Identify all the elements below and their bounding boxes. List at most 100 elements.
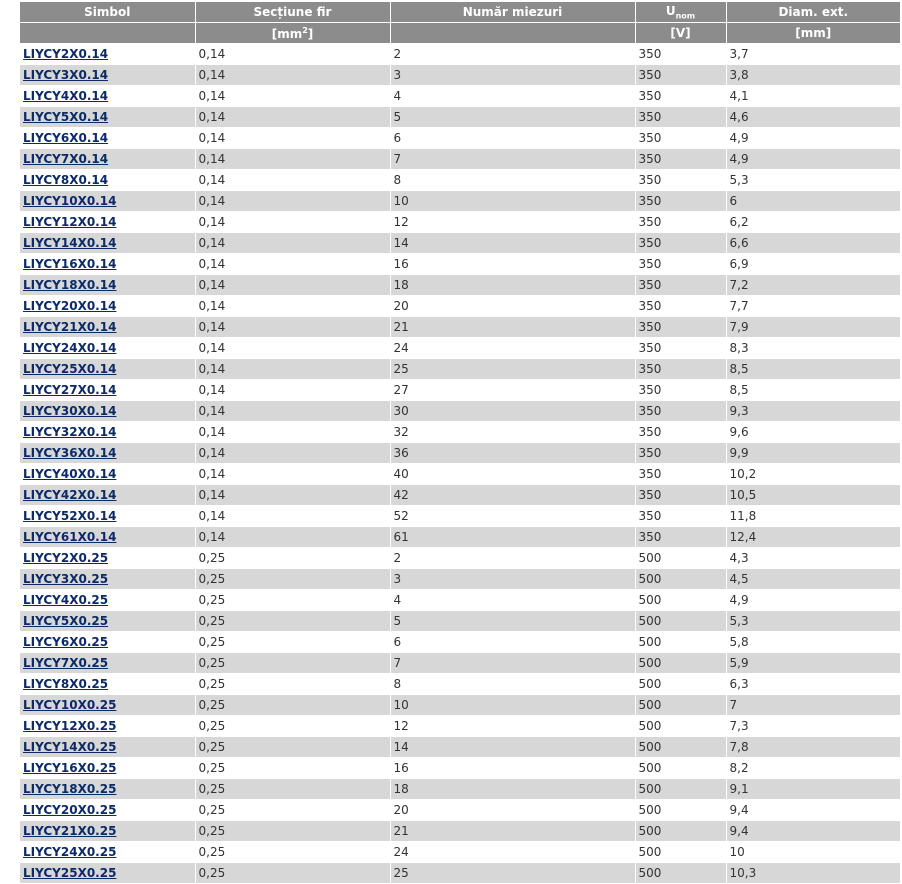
cell-simbol: LIYCY40X0.14 [20, 463, 195, 485]
cell-simbol: LIYCY18X0.14 [20, 274, 195, 296]
cell-diam: 10,3 [725, 862, 900, 884]
product-link[interactable]: LIYCY32X0.14 [23, 425, 116, 439]
header-sectiune: Secțiune fir [194, 2, 390, 23]
cell-sectiune: 0,14 [194, 169, 390, 191]
product-link[interactable]: LIYCY5X0.25 [23, 614, 108, 628]
product-link[interactable]: LIYCY20X0.14 [23, 299, 116, 313]
product-link[interactable]: LIYCY10X0.25 [23, 698, 116, 712]
cell-simbol: LIYCY32X0.14 [20, 421, 195, 443]
product-link[interactable]: LIYCY7X0.25 [23, 656, 108, 670]
product-link[interactable]: LIYCY25X0.14 [23, 362, 116, 376]
cell-unom: 500 [634, 589, 726, 611]
cell-miezuri: 20 [389, 799, 635, 821]
product-link[interactable]: LIYCY24X0.25 [23, 845, 116, 859]
table-row: LIYCY36X0.14 0,14 36 350 9,9 [20, 442, 900, 464]
table-row: LIYCY18X0.14 0,14 18 350 7,2 [20, 274, 900, 296]
product-link[interactable]: LIYCY3X0.25 [23, 572, 108, 586]
cell-simbol: LIYCY4X0.14 [20, 85, 195, 107]
product-link[interactable]: LIYCY30X0.14 [23, 404, 116, 418]
product-link[interactable]: LIYCY6X0.25 [23, 635, 108, 649]
cell-miezuri: 3 [389, 64, 635, 86]
product-link[interactable]: LIYCY4X0.14 [23, 89, 108, 103]
table-row: LIYCY27X0.14 0,14 27 350 8,5 [20, 379, 900, 401]
cell-simbol: LIYCY61X0.14 [20, 526, 195, 548]
product-link[interactable]: LIYCY36X0.14 [23, 446, 116, 460]
table-row: LIYCY20X0.25 0,25 20 500 9,4 [20, 799, 900, 821]
product-link[interactable]: LIYCY20X0.25 [23, 803, 116, 817]
cell-unom: 350 [634, 64, 726, 86]
table-body: LIYCY2X0.14 0,14 2 350 3,7 LIYCY3X0.14 0,14 3 35… [20, 43, 900, 884]
unit-sectiune-pre: [mm [271, 26, 303, 41]
product-link[interactable]: LIYCY8X0.14 [23, 173, 108, 187]
cell-simbol: LIYCY6X0.14 [20, 127, 195, 149]
product-link[interactable]: LIYCY8X0.25 [23, 677, 108, 691]
product-link[interactable]: LIYCY21X0.25 [23, 824, 116, 838]
cell-unom: 500 [634, 694, 726, 716]
cell-sectiune: 0,14 [194, 505, 390, 527]
cell-miezuri: 2 [389, 43, 635, 65]
cell-simbol: LIYCY8X0.14 [20, 169, 195, 191]
cell-sectiune: 0,14 [194, 43, 390, 65]
product-link[interactable]: LIYCY25X0.25 [23, 866, 116, 880]
product-link[interactable]: LIYCY21X0.14 [23, 320, 116, 334]
cell-sectiune: 0,25 [194, 568, 390, 590]
product-link[interactable]: LIYCY18X0.14 [23, 278, 116, 292]
cell-unom: 350 [634, 169, 726, 191]
product-link[interactable]: LIYCY18X0.25 [23, 782, 116, 796]
product-link[interactable]: LIYCY40X0.14 [23, 467, 116, 481]
cell-unom: 500 [634, 715, 726, 737]
cell-unom: 350 [634, 274, 726, 296]
cell-diam: 12,4 [725, 526, 900, 548]
cell-simbol: LIYCY8X0.25 [20, 673, 195, 695]
product-link[interactable]: LIYCY12X0.14 [23, 215, 116, 229]
product-link[interactable]: LIYCY2X0.14 [23, 47, 108, 61]
cell-sectiune: 0,14 [194, 484, 390, 506]
cell-sectiune: 0,14 [194, 463, 390, 485]
table-row: LIYCY6X0.14 0,14 6 350 4,9 [20, 127, 900, 149]
cell-unom: 350 [634, 43, 726, 65]
cell-unom: 500 [634, 820, 726, 842]
cell-diam: 4,9 [725, 148, 900, 170]
product-link[interactable]: LIYCY3X0.14 [23, 68, 108, 82]
cell-unom: 500 [634, 841, 726, 863]
cell-diam: 7,3 [725, 715, 900, 737]
product-link[interactable]: LIYCY24X0.14 [23, 341, 116, 355]
cell-miezuri: 4 [389, 85, 635, 107]
product-link[interactable]: LIYCY14X0.14 [23, 236, 116, 250]
header-unom-letter: U [665, 3, 676, 18]
cell-unom: 350 [634, 442, 726, 464]
table-row: LIYCY30X0.14 0,14 30 350 9,3 [20, 400, 900, 422]
cell-diam: 7,2 [725, 274, 900, 296]
cell-sectiune: 0,14 [194, 274, 390, 296]
cell-diam: 5,9 [725, 652, 900, 674]
table-row: LIYCY24X0.14 0,14 24 350 8,3 [20, 337, 900, 359]
cell-miezuri: 8 [389, 673, 635, 695]
product-link[interactable]: LIYCY4X0.25 [23, 593, 108, 607]
table-row: LIYCY2X0.25 0,25 2 500 4,3 [20, 547, 900, 569]
cell-simbol: LIYCY14X0.25 [20, 736, 195, 758]
product-link[interactable]: LIYCY27X0.14 [23, 383, 116, 397]
product-link[interactable]: LIYCY12X0.25 [23, 719, 116, 733]
product-link[interactable]: LIYCY10X0.14 [23, 194, 116, 208]
table-row: LIYCY24X0.25 0,25 24 500 10 [20, 841, 900, 863]
product-link[interactable]: LIYCY42X0.14 [23, 488, 116, 502]
product-link[interactable]: LIYCY16X0.14 [23, 257, 116, 271]
cell-simbol: LIYCY21X0.14 [20, 316, 195, 338]
cell-unom: 350 [634, 337, 726, 359]
cell-unom: 500 [634, 568, 726, 590]
product-link[interactable]: LIYCY7X0.14 [23, 152, 108, 166]
cell-diam: 8,2 [725, 757, 900, 779]
cell-miezuri: 20 [389, 295, 635, 317]
product-link[interactable]: LIYCY2X0.25 [23, 551, 108, 565]
cell-sectiune: 0,14 [194, 526, 390, 548]
cell-simbol: LIYCY16X0.14 [20, 253, 195, 275]
product-link[interactable]: LIYCY61X0.14 [23, 530, 116, 544]
product-link[interactable]: LIYCY6X0.14 [23, 131, 108, 145]
product-link[interactable]: LIYCY16X0.25 [23, 761, 116, 775]
product-link[interactable]: LIYCY52X0.14 [23, 509, 116, 523]
cell-miezuri: 24 [389, 337, 635, 359]
product-link[interactable]: LIYCY14X0.25 [23, 740, 116, 754]
cell-miezuri: 7 [389, 652, 635, 674]
cell-miezuri: 27 [389, 379, 635, 401]
product-link[interactable]: LIYCY5X0.14 [23, 110, 108, 124]
